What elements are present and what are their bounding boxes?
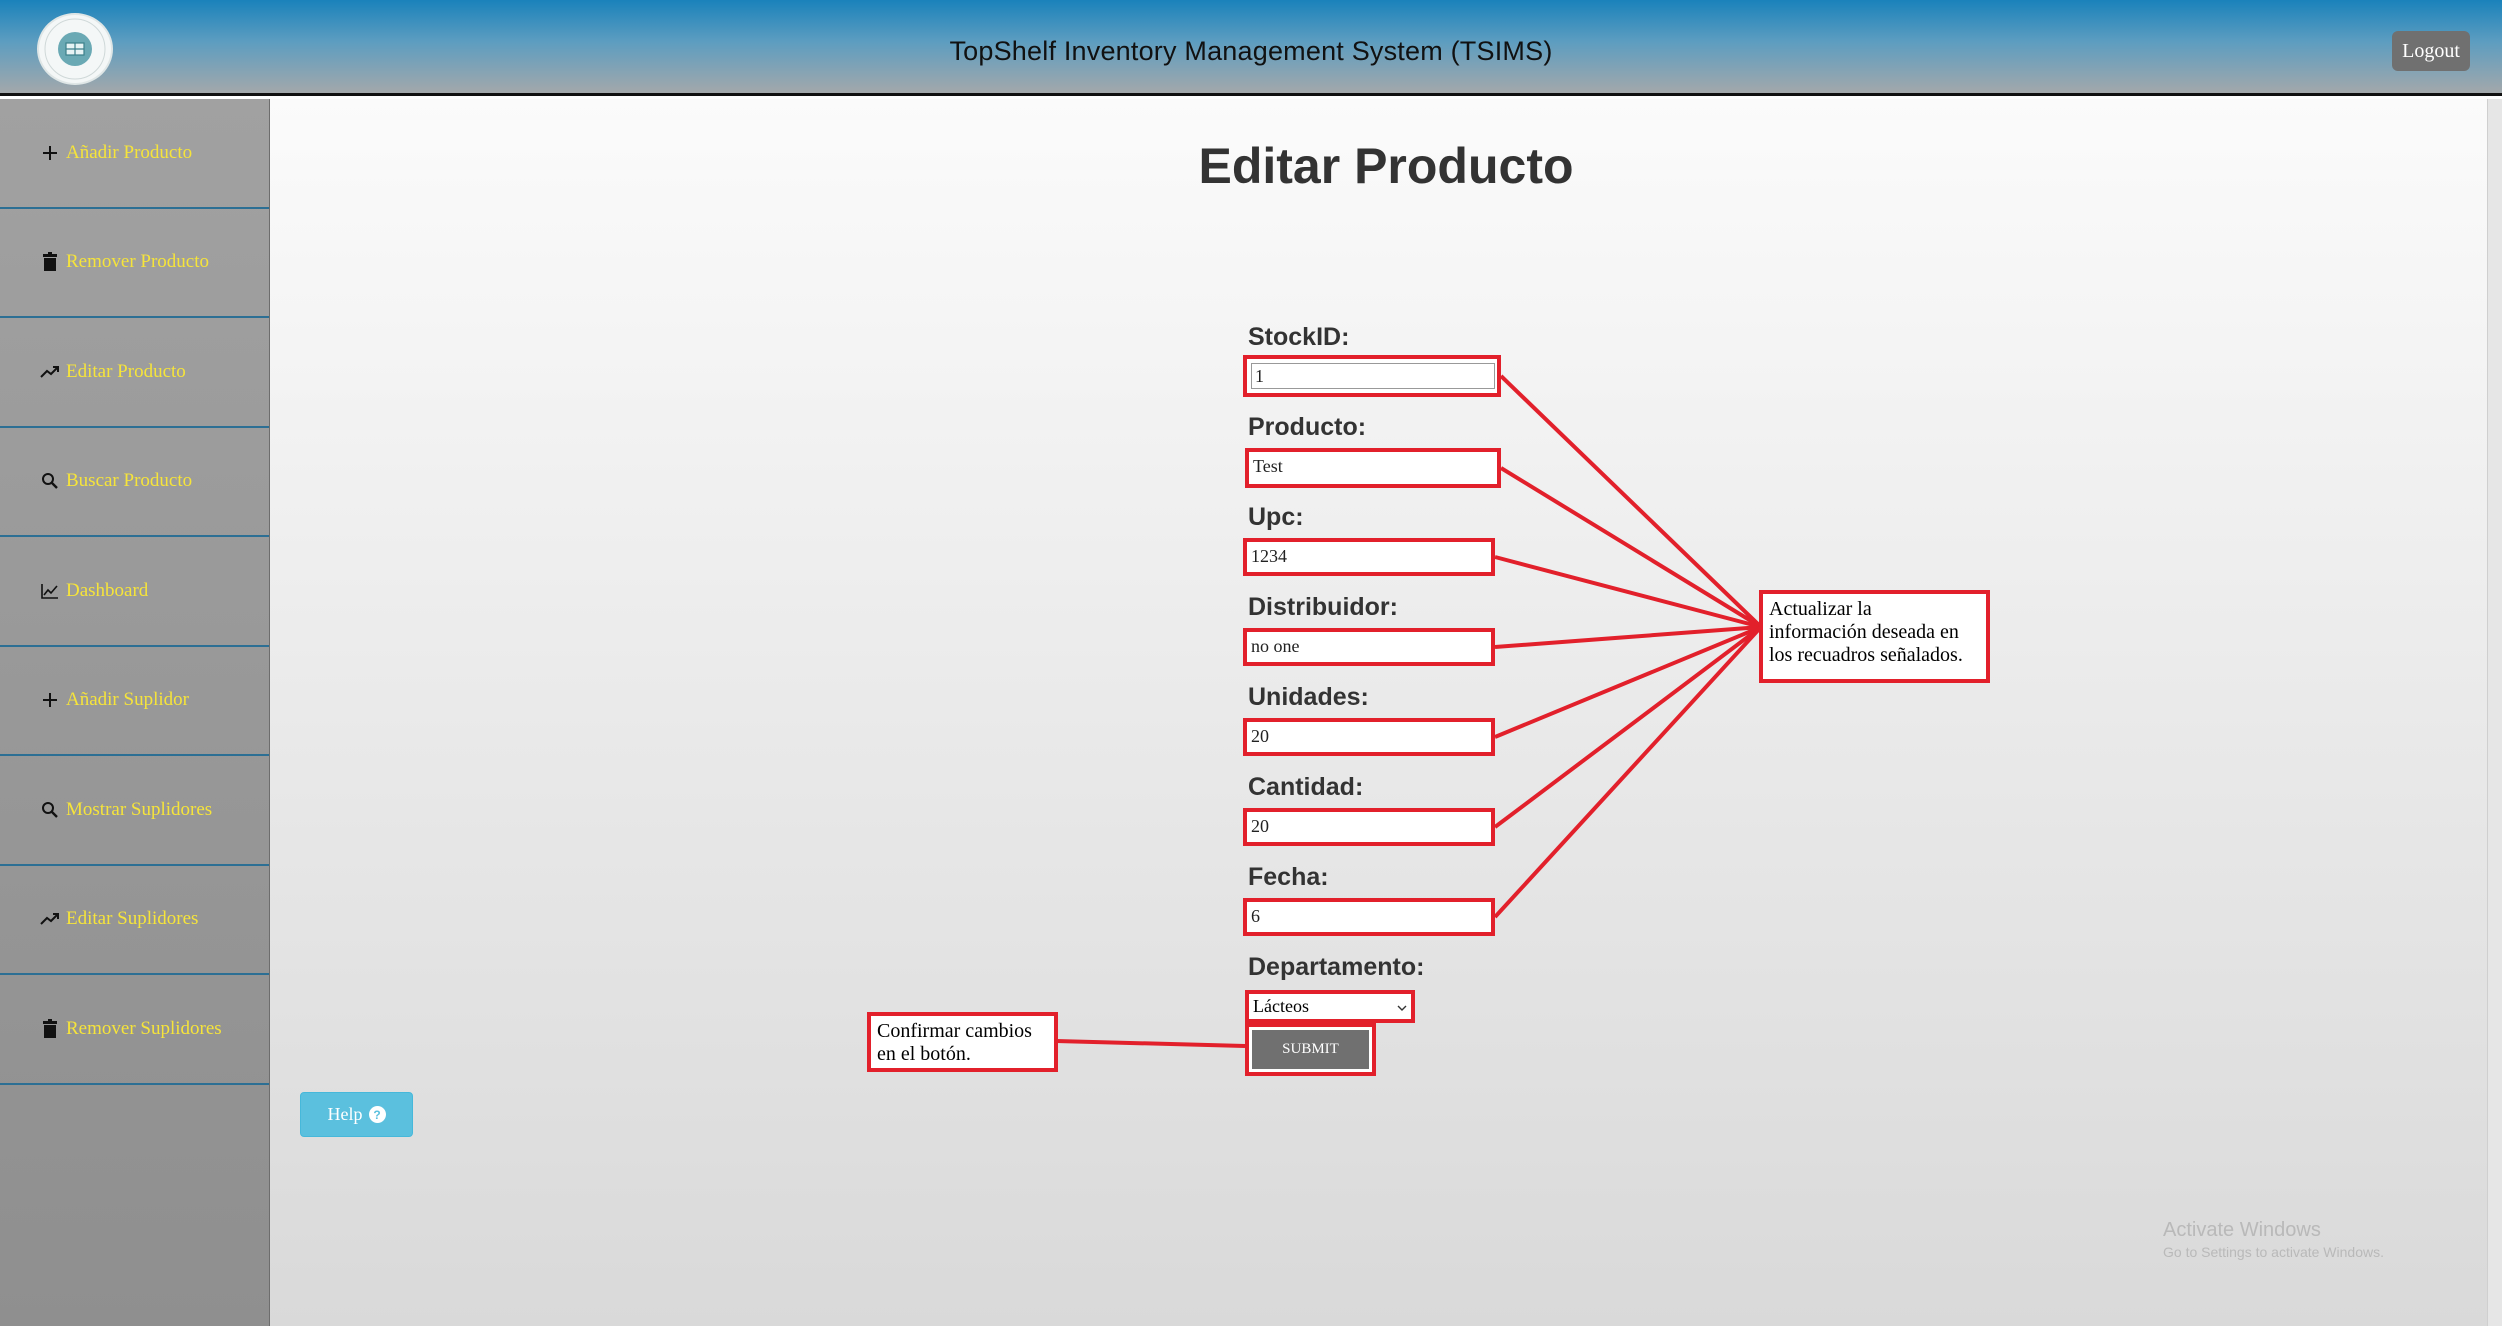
logout-button[interactable]: Logout	[2392, 31, 2470, 71]
trending-up-icon	[40, 362, 60, 382]
sidebar-item-label: Remover Producto	[66, 251, 210, 273]
page-title: Editar Producto	[1198, 138, 1574, 194]
sidebar-item-label: Remover Suplidores	[66, 1017, 222, 1039]
submit-button[interactable]: SUBMIT	[1252, 1030, 1369, 1069]
sidebar: Añadir Producto Remover Producto Editar …	[0, 99, 270, 1326]
sidebar-item-label: Añadir Suplidor	[66, 689, 189, 711]
help-label: Help	[327, 1104, 363, 1124]
line-chart-icon	[40, 581, 60, 601]
sidebar-item-editar-producto[interactable]: Editar Producto	[0, 318, 269, 428]
stockid-field[interactable]	[1243, 355, 1501, 397]
app-title: TopShelf Inventory Management System (TS…	[949, 36, 1553, 66]
sidebar-item-anadir-suplidor[interactable]: Añadir Suplidor	[0, 647, 269, 756]
sidebar-item-label: Editar Suplidores	[66, 908, 199, 930]
sidebar-item-anadir-producto[interactable]: Añadir Producto	[0, 99, 269, 209]
app-header: TopShelf Inventory Management System (TS…	[0, 0, 2502, 96]
upc-input[interactable]	[1251, 546, 1491, 567]
unidades-field[interactable]	[1243, 718, 1495, 756]
departamento-select[interactable]: Lácteos	[1245, 990, 1415, 1023]
watermark-line-2: Go to Settings to activate Windows.	[2163, 1244, 2384, 1260]
question-circle-icon: ?	[368, 1106, 386, 1123]
plus-icon	[40, 690, 60, 710]
producto-label: Producto:	[1248, 413, 1367, 441]
sidebar-item-label: Mostrar Suplidores	[66, 798, 213, 820]
producto-input[interactable]	[1253, 456, 1497, 477]
annotation-update-line-3: los recuadros señalados.	[1769, 644, 1963, 666]
fecha-label: Fecha:	[1248, 863, 1329, 891]
cantidad-field[interactable]	[1243, 808, 1495, 846]
chevron-down-icon	[1397, 996, 1407, 1017]
fecha-field[interactable]	[1243, 898, 1495, 936]
sidebar-item-editar-suplidores[interactable]: Editar Suplidores	[0, 866, 269, 975]
distribuidor-input[interactable]	[1251, 636, 1491, 657]
cantidad-input[interactable]	[1251, 816, 1491, 837]
sidebar-item-dashboard[interactable]: Dashboard	[0, 537, 269, 647]
unidades-input[interactable]	[1251, 726, 1491, 747]
sidebar-item-label: Añadir Producto	[66, 141, 193, 163]
scrollbar[interactable]	[2487, 99, 2502, 1326]
trending-up-icon	[40, 909, 60, 929]
search-icon	[40, 471, 60, 491]
windows-activation-watermark: Activate Windows Go to Settings to activ…	[2163, 1219, 2384, 1260]
unidades-label: Unidades:	[1248, 683, 1369, 711]
departamento-selected-value: Lácteos	[1253, 996, 1309, 1016]
sidebar-item-remover-suplidores[interactable]: Remover Suplidores	[0, 975, 269, 1085]
stockid-input[interactable]	[1251, 363, 1495, 389]
distribuidor-field[interactable]	[1243, 628, 1495, 666]
annotation-confirm-line-2: en el botón.	[877, 1043, 971, 1065]
departamento-label: Departamento:	[1248, 953, 1425, 981]
stockid-label: StockID:	[1248, 323, 1350, 351]
distribuidor-label: Distribuidor:	[1248, 593, 1398, 621]
annotation-update-line-2: información deseada en	[1769, 621, 1959, 643]
trash-icon	[40, 1018, 60, 1039]
upc-field[interactable]	[1243, 538, 1495, 576]
plus-icon	[40, 143, 60, 163]
sidebar-item-buscar-producto[interactable]: Buscar Producto	[0, 428, 269, 537]
sidebar-item-label: Editar Producto	[66, 360, 186, 382]
annotation-confirm-note: Confirmar cambios en el botón.	[867, 1012, 1058, 1072]
sidebar-item-label: Buscar Producto	[66, 470, 193, 492]
help-button[interactable]: Help ?	[300, 1092, 413, 1137]
cantidad-label: Cantidad:	[1248, 773, 1364, 801]
sidebar-item-remover-producto[interactable]: Remover Producto	[0, 209, 269, 318]
main-content: Editar Producto	[270, 99, 2502, 1326]
producto-field[interactable]	[1245, 448, 1501, 488]
annotation-confirm-line-1: Confirmar cambios	[877, 1020, 1032, 1042]
sidebar-item-label: Dashboard	[66, 579, 149, 601]
annotation-update-note: Actualizar la información deseada en los…	[1759, 590, 1990, 683]
submit-outline: SUBMIT	[1245, 1023, 1376, 1076]
upc-label: Upc:	[1248, 503, 1304, 531]
watermark-line-1: Activate Windows	[2163, 1219, 2321, 1241]
fecha-input[interactable]	[1251, 906, 1491, 927]
search-icon	[40, 800, 60, 820]
trash-icon	[40, 252, 60, 272]
annotation-update-line-1: Actualizar la	[1769, 598, 1872, 620]
sidebar-item-mostrar-suplidores[interactable]: Mostrar Suplidores	[0, 756, 269, 866]
